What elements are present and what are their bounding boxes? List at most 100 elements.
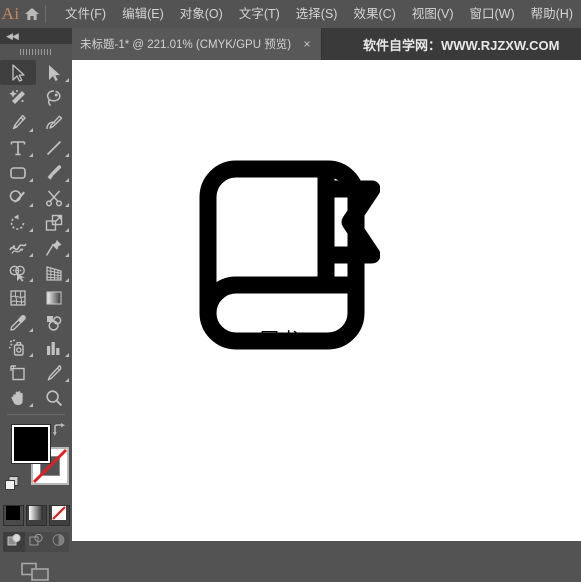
tool-flyout-triangle-icon[interactable] xyxy=(29,328,33,332)
width-warp-icon xyxy=(8,238,28,258)
collapse-panel-button[interactable]: ◀◀ xyxy=(0,28,72,44)
solid-color-icon xyxy=(6,506,20,525)
tool-free-transform-pin[interactable] xyxy=(36,235,72,260)
menu-file[interactable]: 文件(F) xyxy=(57,3,114,25)
type-t-icon xyxy=(8,138,28,158)
home-icon[interactable] xyxy=(21,0,42,28)
lasso-icon xyxy=(44,88,64,108)
tool-zoom-magnifier[interactable] xyxy=(36,385,72,410)
tool-line-segment[interactable] xyxy=(36,135,72,160)
tool-rotate[interactable] xyxy=(0,210,36,235)
menu-items: 文件(F) 编辑(E) 对象(O) 文字(T) 选择(S) 效果(C) 视图(V) 窗口(W)… xyxy=(57,3,581,25)
tool-flyout-triangle-icon[interactable] xyxy=(29,178,33,182)
paint-mode-none-swatch[interactable] xyxy=(48,505,70,526)
shaper-pencil-icon xyxy=(8,188,28,208)
tool-mesh[interactable] xyxy=(0,285,36,310)
panel-drag-handle[interactable] xyxy=(0,44,72,60)
tool-scissors[interactable] xyxy=(36,185,72,210)
tool-flyout-triangle-icon[interactable] xyxy=(29,228,33,232)
tool-curvature[interactable] xyxy=(36,110,72,135)
hand-icon xyxy=(8,388,28,408)
document-tab[interactable]: 未标题-1* @ 221.01% (CMYK/GPU 预览) × xyxy=(68,28,323,60)
paint-mode-gradient-swatch[interactable] xyxy=(25,505,47,526)
blend-icon xyxy=(44,313,64,333)
paint-mode-solid-color[interactable] xyxy=(2,505,24,526)
tool-flyout-triangle-icon[interactable] xyxy=(65,228,69,232)
tool-selection-arrow[interactable] xyxy=(0,60,36,85)
menu-help[interactable]: 帮助(H) xyxy=(523,3,581,25)
tool-gradient[interactable] xyxy=(36,285,72,310)
draw-mode-draw-inside[interactable] xyxy=(47,532,69,552)
zoom-magnifier-icon xyxy=(44,388,64,408)
tool-type-t[interactable] xyxy=(0,135,36,160)
tool-lasso[interactable] xyxy=(36,85,72,110)
screen-mode-row xyxy=(0,562,72,582)
free-transform-pin-icon xyxy=(44,238,64,258)
tool-column-graph[interactable] xyxy=(36,335,72,360)
menu-bar: Ai 文件(F) 编辑(E) 对象(O) 文字(T) 选择(S) 效果(C) 视图(V) 窗口… xyxy=(0,0,581,28)
column-graph-icon xyxy=(44,338,64,358)
tool-panel: ◀◀ xyxy=(0,28,72,581)
eyedropper-icon xyxy=(8,313,28,333)
tool-pen[interactable] xyxy=(0,110,36,135)
tool-flyout-triangle-icon[interactable] xyxy=(65,353,69,357)
tool-direct-selection-arrow[interactable] xyxy=(36,60,72,85)
canvas-area[interactable]: 图书 xyxy=(72,60,581,541)
paint-mode-row xyxy=(0,505,72,526)
tool-flyout-triangle-icon[interactable] xyxy=(29,153,33,157)
menu-object[interactable]: 对象(O) xyxy=(172,3,231,25)
scissors-icon xyxy=(44,188,64,208)
swap-fill-stroke-icon[interactable] xyxy=(52,423,66,437)
draw-mode-draw-behind[interactable] xyxy=(25,532,47,552)
tool-flyout-triangle-icon[interactable] xyxy=(29,353,33,357)
ai-logo: Ai xyxy=(1,4,20,23)
tool-shape-builder[interactable] xyxy=(0,260,36,285)
tool-shaper-pencil[interactable] xyxy=(0,185,36,210)
tool-width-warp[interactable] xyxy=(0,235,36,260)
tool-flyout-triangle-icon[interactable] xyxy=(29,403,33,407)
tool-paintbrush[interactable] xyxy=(36,160,72,185)
tool-perspective-grid[interactable] xyxy=(36,260,72,285)
tool-flyout-triangle-icon[interactable] xyxy=(65,203,69,207)
tool-flyout-triangle-icon[interactable] xyxy=(29,253,33,257)
tool-hand[interactable] xyxy=(0,385,36,410)
screen-mode-icon[interactable] xyxy=(21,562,51,582)
menu-window[interactable]: 窗口(W) xyxy=(462,3,523,25)
menu-type[interactable]: 文字(T) xyxy=(231,3,288,25)
menu-view[interactable]: 视图(V) xyxy=(404,3,462,25)
gradient-swatch-icon xyxy=(29,506,43,525)
menu-divider xyxy=(44,5,46,23)
artboard-icon xyxy=(8,363,28,383)
tool-rounded-rectangle[interactable] xyxy=(0,160,36,185)
gradient-icon xyxy=(44,288,64,308)
pen-icon xyxy=(8,113,28,133)
tool-flyout-triangle-icon[interactable] xyxy=(65,153,69,157)
tool-flyout-triangle-icon[interactable] xyxy=(65,253,69,257)
tool-flyout-triangle-icon[interactable] xyxy=(29,128,33,132)
tool-flyout-triangle-icon[interactable] xyxy=(65,178,69,182)
tool-artboard[interactable] xyxy=(0,360,36,385)
menu-select[interactable]: 选择(S) xyxy=(288,3,346,25)
tool-magic-wand[interactable] xyxy=(0,85,36,110)
tool-flyout-triangle-icon[interactable] xyxy=(65,378,69,382)
tool-flyout-triangle-icon[interactable] xyxy=(65,78,69,82)
draw-normal-icon xyxy=(7,533,22,552)
tool-flyout-triangle-icon[interactable] xyxy=(29,278,33,282)
close-icon[interactable]: × xyxy=(301,38,313,50)
line-segment-icon xyxy=(44,138,64,158)
tool-eyedropper[interactable] xyxy=(0,310,36,335)
draw-mode-draw-normal[interactable] xyxy=(3,532,25,552)
fill-swatch[interactable] xyxy=(11,424,51,464)
paintbrush-icon xyxy=(44,163,64,183)
tool-flyout-triangle-icon[interactable] xyxy=(29,203,33,207)
tool-symbol-sprayer[interactable] xyxy=(0,335,36,360)
default-fill-stroke-icon[interactable] xyxy=(5,476,20,491)
menu-effect[interactable]: 效果(C) xyxy=(345,3,403,25)
tool-blend[interactable] xyxy=(36,310,72,335)
tool-scale[interactable] xyxy=(36,210,72,235)
tool-flyout-triangle-icon[interactable] xyxy=(65,278,69,282)
tool-slice-knife[interactable] xyxy=(36,360,72,385)
shape-builder-icon xyxy=(8,263,28,283)
scale-icon xyxy=(44,213,64,233)
menu-edit[interactable]: 编辑(E) xyxy=(114,3,172,25)
